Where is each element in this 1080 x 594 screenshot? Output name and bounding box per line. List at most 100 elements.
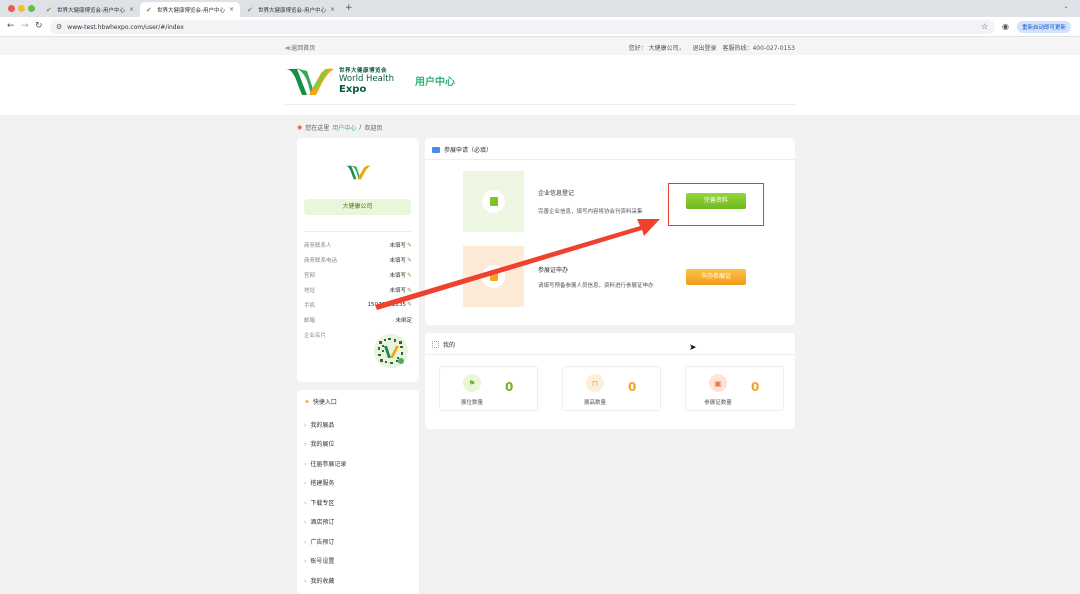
quick-item-label: 我的展品: [310, 422, 335, 429]
company-name-badge: 大健康公司: [304, 199, 411, 215]
quick-item-hotel[interactable]: › 酒店预订: [304, 517, 334, 526]
back-arrow-icon[interactable]: ←: [7, 21, 15, 31]
site-favicon-icon: ✔: [247, 5, 253, 14]
mouse-cursor-icon: ➤: [689, 343, 697, 353]
badge-apply-desc: 请填写预备参展人员信息，资料进行参展证申办: [538, 283, 654, 289]
bookmark-star-icon[interactable]: ☆: [981, 22, 988, 31]
company-info-title: 企业信息登记: [538, 190, 575, 197]
application-icon: [432, 146, 440, 153]
building-icon: [489, 197, 498, 206]
site-info-icon[interactable]: ⚙: [56, 23, 62, 31]
quick-item-favorites[interactable]: › 我的收藏: [304, 576, 334, 585]
grid-icon: [432, 341, 439, 348]
my-stats-card: 我的 ⚑ 展位数量 0 ⊓ 展品数量 0 ▣ 参展证数量 0: [425, 333, 795, 429]
edit-pencil-icon[interactable]: ✎: [407, 287, 412, 294]
chevron-right-icon: ›: [304, 578, 307, 585]
site-favicon-icon: ✔: [46, 5, 52, 14]
quick-item-downloads[interactable]: › 下载专区: [304, 498, 334, 507]
company-link[interactable]: 大健康公司，: [649, 45, 685, 52]
breadcrumb: ◉ 您在这里 用户中心 / 欢迎页: [297, 123, 382, 132]
breadcrumb-separator: /: [359, 124, 362, 131]
highlight-box: [668, 183, 764, 226]
stat-exhibits[interactable]: ⊓ 展品数量 0: [562, 366, 661, 411]
info-row-website: 官网 未填写✎: [304, 271, 412, 280]
quick-entry-title-text: 快捷入口: [312, 399, 337, 406]
tab-title: 世界大健康博览会-用户中心: [258, 7, 326, 14]
site-logo[interactable]: 世界大健康博览会 World Health Expo: [285, 65, 400, 99]
chevron-right-icon: ›: [304, 422, 307, 429]
maximize-window-button[interactable]: [28, 5, 35, 12]
browser-tab-active[interactable]: ✔ 世界大健康博览会-用户中心 ×: [140, 2, 240, 17]
stat-booths[interactable]: ⚑ 展位数量 0: [439, 366, 538, 411]
tab-search-chevron-icon[interactable]: ⌄: [1060, 3, 1072, 13]
tab-close-icon[interactable]: ×: [229, 6, 234, 13]
quick-item-label: 酒店预订: [310, 519, 335, 526]
update-browser-button[interactable]: 重新启动即可更新: [1017, 21, 1072, 33]
welcome-text: 您好：: [628, 45, 647, 52]
minimize-window-button[interactable]: [18, 5, 25, 12]
back-home-link[interactable]: ≪返回首页: [285, 43, 315, 52]
exhibition-application-card: 参展申请（必填） 企业信息登记 完善企业信息，填写内容将协会刊资料采集 完善资料…: [425, 138, 795, 325]
info-label: 地址: [304, 288, 316, 294]
quick-item-past-records[interactable]: › 往届参展记录: [304, 459, 346, 468]
info-label: 官网: [304, 273, 316, 279]
stat-badges[interactable]: ▣ 参展证数量 0: [685, 366, 784, 411]
reload-icon[interactable]: ↻: [35, 21, 43, 31]
quick-item-ads[interactable]: › 广告预订: [304, 537, 334, 546]
tab-title: 世界大健康博览会-用户中心: [57, 7, 125, 14]
info-value: 未填写: [389, 243, 406, 249]
my-stats-title-text: 我的: [443, 342, 456, 349]
chevron-right-icon: ›: [304, 441, 307, 448]
badge-apply-title: 参展证申办: [538, 267, 569, 274]
info-value: 未填写: [389, 288, 406, 294]
id-card-icon: ▣: [709, 374, 727, 392]
apply-badge-button[interactable]: 申办参展证: [686, 269, 746, 285]
info-value: 15072342235: [367, 302, 406, 308]
site-header: 世界大健康博览会 World Health Expo 用户中心: [0, 55, 1080, 115]
stat-value: 0: [505, 380, 514, 394]
info-row-contact: 商务联系人 未填写✎: [304, 241, 412, 250]
edit-pencil-icon[interactable]: ✎: [407, 272, 412, 279]
new-tab-button[interactable]: +: [345, 3, 353, 13]
topbar-user-info: 您好： 大健康公司， 退出登录 客服热线：400-027-0153: [629, 43, 795, 52]
site-favicon-icon: ✔: [146, 5, 152, 14]
browser-tab[interactable]: ✔ 世界大健康博览会-用户中心 ×: [241, 2, 341, 17]
company-avatar-logo-icon: [345, 165, 371, 180]
tab-title: 世界大健康博览会-用户中心: [157, 7, 225, 14]
stat-label: 展品数量: [583, 400, 606, 406]
edit-pencil-icon[interactable]: ✎: [407, 257, 412, 264]
browser-tab[interactable]: ✔ 世界大健康博览会-用户中心 ×: [40, 2, 140, 17]
address-bar[interactable]: ⚙ www-test.hbwhexpo.com/user/#/index: [50, 20, 995, 34]
business-card-qr-icon[interactable]: [373, 333, 409, 369]
quick-item-my-exhibits[interactable]: › 我的展品: [304, 420, 334, 429]
stat-value: 0: [628, 380, 637, 394]
quick-item-label: 广告预订: [310, 539, 335, 546]
info-label: 商务联系电话: [304, 258, 338, 264]
profile-icon[interactable]: ◉: [1002, 22, 1009, 31]
breadcrumb-prefix: 您在这里: [305, 125, 330, 132]
logout-link[interactable]: 退出登录: [693, 45, 717, 52]
quick-item-account-settings[interactable]: › 账号设置: [304, 556, 334, 565]
basket-icon: ⊓: [586, 374, 604, 392]
quick-item-label: 搭建服务: [310, 480, 335, 487]
quick-item-label: 下载专区: [310, 500, 335, 507]
browser-tabbar: ✔ 世界大健康博览会-用户中心 × ✔ 世界大健康博览会-用户中心 × ✔ 世界…: [0, 0, 1080, 17]
breadcrumb-user-center-link[interactable]: 用户中心: [332, 123, 356, 132]
edit-pencil-icon[interactable]: ✎: [407, 242, 412, 249]
chevron-right-icon: ›: [304, 480, 307, 487]
site-topbar: ≪返回首页 您好： 大健康公司， 退出登录 客服热线：400-027-0153: [0, 37, 1080, 55]
stat-label: 参展证数量: [704, 400, 732, 406]
forward-arrow-icon[interactable]: →: [21, 21, 29, 31]
edit-pencil-icon[interactable]: ✎: [407, 301, 412, 308]
quick-item-build-service[interactable]: › 搭建服务: [304, 478, 334, 487]
quick-item-label: 往届参展记录: [310, 461, 347, 468]
sparkle-icon: ✦: [304, 397, 310, 406]
profile-divider: [304, 231, 412, 232]
chevron-right-icon: ›: [304, 558, 307, 565]
tab-close-icon[interactable]: ×: [129, 6, 134, 13]
tab-close-icon[interactable]: ×: [330, 6, 335, 13]
logo-english-line2: Expo: [339, 84, 367, 95]
close-window-button[interactable]: [8, 5, 15, 12]
info-value: 未绑定: [395, 318, 412, 324]
quick-item-my-booths[interactable]: › 我的展位: [304, 439, 334, 448]
